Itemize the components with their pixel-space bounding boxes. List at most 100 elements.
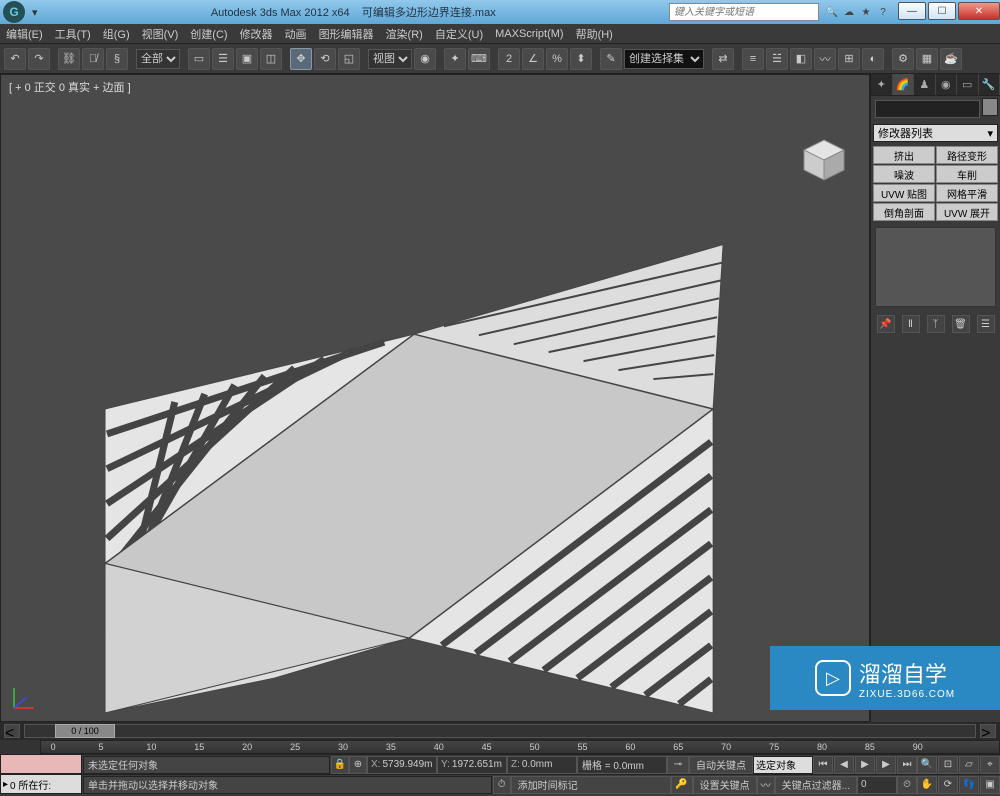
search-go-icon[interactable]: 🔍 [825,5,839,19]
cloud-icon[interactable]: ☁ [842,5,856,19]
close-button[interactable]: ✕ [958,2,1000,20]
time-slider-handle[interactable]: 0 / 100 [55,724,115,738]
zoom-button[interactable]: 🔍 [917,756,937,774]
render-setup-button[interactable]: ⚙ [892,48,914,70]
modifier-stack[interactable] [875,227,996,307]
goto-start-button[interactable]: ⏮ [813,756,833,774]
track-bar-toggle[interactable] [0,740,40,754]
keyboard-shortcut-button[interactable]: ⌨ [468,48,490,70]
z-coord-field[interactable]: Z:0.0mm [507,756,577,774]
next-frame-button[interactable]: ▶ [876,756,896,774]
menu-views[interactable]: 视图(V) [136,26,185,42]
show-end-result-icon[interactable]: Ⅱ [902,315,920,333]
app-icon[interactable]: G [3,1,25,23]
schematic-button[interactable]: ⊞ [838,48,860,70]
menu-tools[interactable]: 工具(T) [49,26,97,42]
remove-mod-icon[interactable]: 🗑 [952,315,970,333]
layers-button[interactable]: ☱ [766,48,788,70]
selection-filter[interactable]: 全部 [136,49,180,69]
render-button[interactable]: ☕ [940,48,962,70]
material-editor-button[interactable]: ◐ [862,48,884,70]
align-button[interactable]: ≡ [742,48,764,70]
menu-edit[interactable]: 编辑(E) [0,26,49,42]
redo-button[interactable]: ↷ [28,48,50,70]
fov-button[interactable]: ▱ [959,756,979,774]
link-button[interactable]: ⛓ [58,48,80,70]
y-coord-field[interactable]: Y:1972.651m [437,756,507,774]
viewport-canvas[interactable] [1,75,869,721]
menu-create[interactable]: 创建(C) [184,26,233,42]
time-slider-track[interactable]: 0 / 100 [24,724,976,738]
make-unique-icon[interactable]: ᛉ [927,315,945,333]
unlink-button[interactable]: ⛓̸ [82,48,104,70]
search-input[interactable] [669,3,819,21]
motion-tab-icon[interactable]: ◉ [936,74,958,95]
key-filters-button[interactable]: 关键点过滤器... [775,776,857,794]
named-selection-set[interactable]: 创建选择集 [624,49,704,69]
mod-btn-7[interactable]: UVW 展开 [936,203,998,221]
pin-stack-icon[interactable]: 📌 [877,315,895,333]
modifier-list-dropdown[interactable]: 修改器列表▾ [873,124,998,142]
max-viewport-button[interactable]: ▣ [980,776,1000,794]
zoom-extents-button[interactable]: ⌖ [980,756,1000,774]
mod-btn-3[interactable]: 车削 [936,165,998,183]
menu-rendering[interactable]: 渲染(R) [380,26,429,42]
walk-button[interactable]: 👣 [959,776,979,794]
maximize-button[interactable]: ☐ [928,2,956,20]
curve-editor-button[interactable]: 〰 [814,48,836,70]
window-crossing-button[interactable]: ◫ [260,48,282,70]
select-button[interactable]: ▭ [188,48,210,70]
play-button[interactable]: ▶ [855,756,875,774]
mod-btn-6[interactable]: 倒角剖面 [873,203,935,221]
mod-btn-0[interactable]: 挤出 [873,146,935,164]
undo-button[interactable]: ↶ [4,48,26,70]
minimize-button[interactable]: — [898,2,926,20]
selected-dropdown[interactable]: 选定对象 [753,756,813,774]
ref-coord-system[interactable]: 视图 [368,49,412,69]
prev-frame-button[interactable]: ◀ [834,756,854,774]
maxscript-mini-listener[interactable] [0,754,82,774]
viewport[interactable]: [ + 0 正交 0 真实 + 边面 ] [0,74,870,722]
mod-btn-5[interactable]: 网格平滑 [936,184,998,202]
viewport-label[interactable]: [ + 0 正交 0 真实 + 边面 ] [9,79,131,95]
key-filters-icon[interactable]: 〰 [757,776,775,794]
autokey-button[interactable]: 自动关键点 [689,756,753,774]
select-rotate-button[interactable]: ⟲ [314,48,336,70]
viewcube[interactable] [799,135,849,185]
mod-btn-2[interactable]: 噪波 [873,165,935,183]
snap-percent-button[interactable]: % [546,48,568,70]
setkey-button[interactable]: 设置关键点 [693,776,757,794]
set-key-icon[interactable]: 🔑 [671,776,693,794]
goto-end-button[interactable]: ⏭ [897,756,917,774]
manipulate-button[interactable]: ✦ [444,48,466,70]
menu-animation[interactable]: 动画 [279,26,313,42]
add-time-tag-button[interactable]: 添加时间标记 [511,776,671,794]
zoom-all-button[interactable]: ⊡ [938,756,958,774]
help-icon[interactable]: ? [876,5,890,19]
current-frame-field[interactable]: 0 [857,776,897,794]
object-name-field[interactable] [875,100,980,118]
pan-button[interactable]: ✋ [917,776,937,794]
display-tab-icon[interactable]: ▭ [957,74,979,95]
edit-named-sel-button[interactable]: ✎ [600,48,622,70]
menu-modifiers[interactable]: 修改器 [234,26,279,42]
create-tab-icon[interactable]: ✦ [871,74,893,95]
selection-set-button[interactable]: ▸0 所在行: [0,774,82,794]
bind-spacewarp-button[interactable]: § [106,48,128,70]
absolute-transform-icon[interactable]: ⊕ [349,756,367,774]
graphite-button[interactable]: ◧ [790,48,812,70]
mod-btn-4[interactable]: UVW 贴图 [873,184,935,202]
select-move-button[interactable]: ✥ [290,48,312,70]
snap-angle-button[interactable]: ∠ [522,48,544,70]
time-slider-right-button[interactable]: > [980,724,996,738]
select-region-button[interactable]: ▣ [236,48,258,70]
menu-help[interactable]: 帮助(H) [570,26,619,42]
lock-selection-icon[interactable]: 🔒 [331,756,349,774]
object-color-swatch[interactable] [982,98,998,116]
pivot-center-button[interactable]: ◉ [414,48,436,70]
render-frame-button[interactable]: ▦ [916,48,938,70]
time-config-button[interactable]: ⏲ [897,776,917,794]
star-icon[interactable]: ★ [859,5,873,19]
select-name-button[interactable]: ☰ [212,48,234,70]
snap-2d-button[interactable]: 2 [498,48,520,70]
